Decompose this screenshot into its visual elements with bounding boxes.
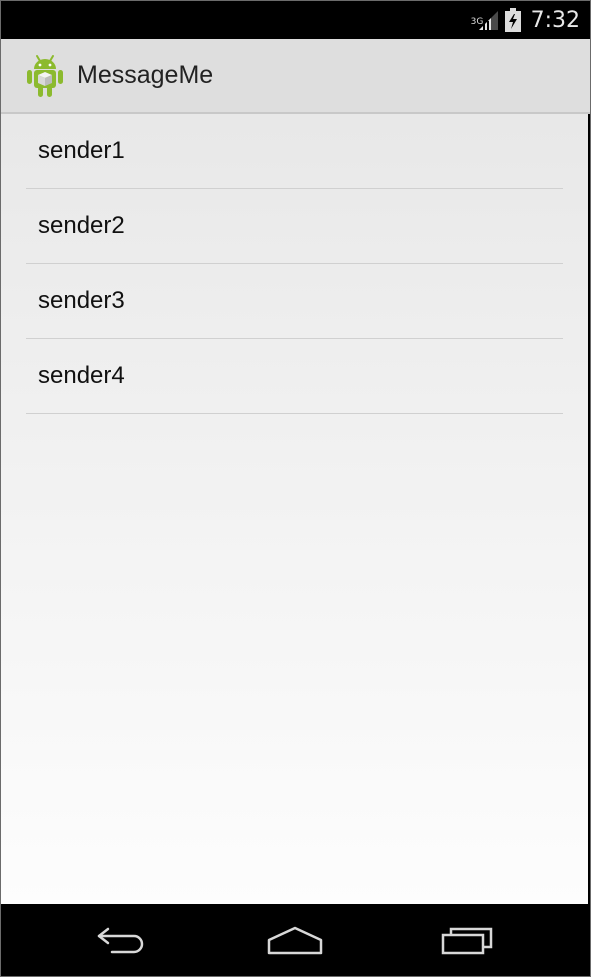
list-item-sender4[interactable]: sender4: [26, 339, 563, 414]
android-app-icon[interactable]: [25, 54, 65, 98]
list-item-label: sender3: [38, 287, 125, 314]
list-item-label: sender1: [38, 137, 125, 164]
list-item-label: sender4: [38, 362, 125, 389]
status-icons: 3G 7:32: [471, 1, 580, 39]
home-button[interactable]: [255, 918, 335, 962]
list-item-sender3[interactable]: sender3: [26, 264, 563, 339]
list-item-label: sender2: [38, 212, 125, 239]
recents-icon: [441, 927, 493, 955]
action-bar: MessageMe: [1, 39, 590, 114]
battery-charging-icon: [504, 8, 521, 32]
back-icon: [97, 927, 144, 954]
signal-indicator: 3G: [471, 9, 499, 31]
back-button[interactable]: [83, 918, 163, 962]
recents-button[interactable]: [427, 918, 507, 962]
list-item-sender1[interactable]: sender1: [26, 114, 563, 189]
list-item-sender2[interactable]: sender2: [26, 189, 563, 264]
network-type-label: 3G: [470, 17, 484, 27]
app-title: MessageMe: [77, 61, 214, 89]
phone-screen: 3G 7:32 MessageMe sender1 sender2 sender…: [0, 0, 591, 977]
status-bar: 3G 7:32: [1, 1, 590, 39]
home-icon: [267, 926, 323, 955]
sender-list: sender1 sender2 sender3 sender4: [1, 114, 563, 414]
content-area: sender1 sender2 sender3 sender4: [1, 114, 588, 904]
navigation-bar: [1, 904, 590, 976]
clock: 7:32: [530, 7, 580, 33]
